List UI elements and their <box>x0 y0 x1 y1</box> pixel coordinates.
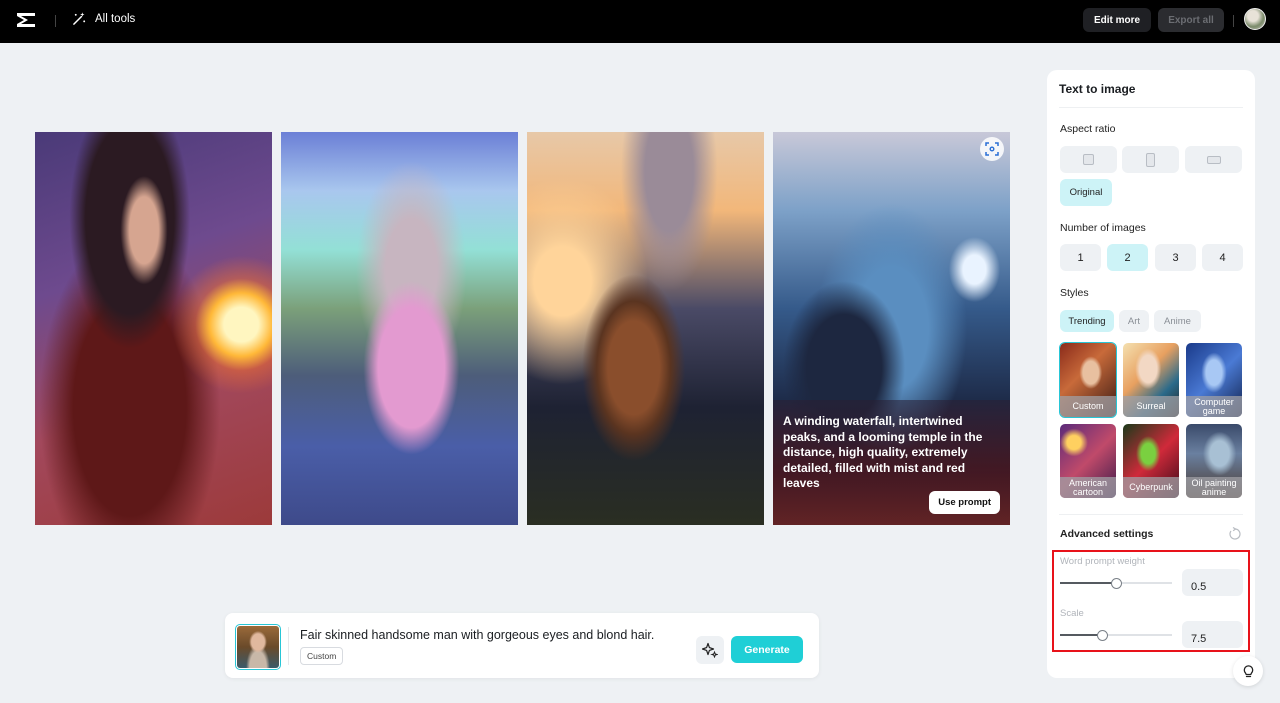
scale-input[interactable] <box>1182 621 1243 648</box>
image-prompt-text: A winding waterfall, intertwined peaks, … <box>783 414 983 490</box>
word-prompt-weight-slider[interactable] <box>1060 578 1172 589</box>
slider-thumb[interactable] <box>1096 630 1108 641</box>
enhance-prompt-button[interactable] <box>696 636 724 664</box>
divider <box>55 15 56 27</box>
number-of-images-label: Number of images <box>1060 222 1146 234</box>
style-tab-anime[interactable]: Anime <box>1154 310 1201 332</box>
number-option-4[interactable]: 4 <box>1202 244 1243 271</box>
portrait-ratio-icon <box>1146 152 1155 167</box>
style-tab-art[interactable]: Art <box>1119 310 1149 332</box>
style-custom[interactable]: Custom <box>1059 342 1117 418</box>
style-tab-trending[interactable]: Trending <box>1060 310 1114 332</box>
style-label: Cyberpunk <box>1123 477 1179 498</box>
divider <box>1059 107 1243 108</box>
generate-button[interactable]: Generate <box>731 636 803 663</box>
square-ratio-icon <box>1083 154 1094 165</box>
aspect-ratio-portrait-button[interactable] <box>1122 146 1179 173</box>
number-option-2[interactable]: 2 <box>1107 244 1148 271</box>
aspect-ratio-original-button[interactable]: Original <box>1060 179 1112 206</box>
image-gallery: A winding waterfall, intertwined peaks, … <box>35 132 1010 525</box>
export-all-button[interactable]: Export all <box>1158 8 1224 32</box>
style-american-cartoon[interactable]: American cartoon <box>1060 424 1116 498</box>
all-tools-button[interactable]: All tools <box>72 11 135 26</box>
advanced-settings-label: Advanced settings <box>1060 528 1154 540</box>
landscape-ratio-icon <box>1206 155 1221 164</box>
scale-label: Scale <box>1060 608 1084 619</box>
divider <box>1059 514 1243 515</box>
magic-wand-icon <box>73 12 86 25</box>
scan-focus-icon <box>985 142 999 156</box>
slider-thumb[interactable] <box>1110 578 1122 589</box>
style-label: Oil painting anime <box>1186 477 1242 498</box>
slider-fill <box>1060 634 1102 636</box>
reference-image <box>237 626 279 668</box>
lightbulb-icon <box>1243 664 1253 677</box>
capcut-logo-icon[interactable] <box>15 10 37 30</box>
number-option-1[interactable]: 1 <box>1060 244 1101 271</box>
style-label: Surreal <box>1123 396 1179 417</box>
style-label: American cartoon <box>1060 477 1116 498</box>
divider <box>288 627 289 665</box>
divider <box>1233 15 1234 27</box>
aspect-ratio-label: Aspect ratio <box>1060 123 1116 135</box>
sparkle-icon <box>702 642 718 658</box>
generated-image-4[interactable]: A winding waterfall, intertwined peaks, … <box>773 132 1010 525</box>
use-prompt-button[interactable]: Use prompt <box>929 491 1000 514</box>
prompt-input[interactable] <box>300 628 690 642</box>
styles-label: Styles <box>1060 287 1089 299</box>
number-option-3[interactable]: 3 <box>1155 244 1196 271</box>
style-oil-painting-anime[interactable]: Oil painting anime <box>1186 424 1242 498</box>
style-computer-game[interactable]: Computer game <box>1186 343 1242 417</box>
style-surreal[interactable]: Surreal <box>1123 343 1179 417</box>
aspect-ratio-square-button[interactable] <box>1060 146 1117 173</box>
generated-image-2[interactable] <box>281 132 518 525</box>
word-prompt-weight-input[interactable] <box>1182 569 1243 596</box>
prompt-bar: Custom Generate <box>225 613 819 678</box>
scale-slider[interactable] <box>1060 630 1172 641</box>
slider-fill <box>1060 582 1116 584</box>
style-tag[interactable]: Custom <box>300 647 344 665</box>
all-tools-label: All tools <box>95 12 136 25</box>
panel-title: Text to image <box>1059 82 1136 96</box>
aspect-ratio-landscape-button[interactable] <box>1185 146 1242 173</box>
reference-image-thumbnail[interactable] <box>235 624 281 670</box>
tips-button[interactable] <box>1233 656 1263 686</box>
reset-icon[interactable] <box>1228 527 1242 541</box>
style-cyberpunk[interactable]: Cyberpunk <box>1123 424 1179 498</box>
top-bar: All tools Edit more Export all <box>0 0 1280 43</box>
style-label: Computer game <box>1186 396 1242 417</box>
user-avatar[interactable] <box>1244 8 1266 30</box>
generated-image-1[interactable] <box>35 132 272 525</box>
settings-panel: Text to image Aspect ratio Original Numb… <box>1047 70 1255 678</box>
edit-more-button[interactable]: Edit more <box>1083 8 1151 32</box>
generated-image-3[interactable] <box>527 132 764 525</box>
word-prompt-weight-label: Word prompt weight <box>1060 556 1145 567</box>
style-label: Custom <box>1060 396 1116 417</box>
image-scan-button[interactable] <box>980 137 1004 161</box>
